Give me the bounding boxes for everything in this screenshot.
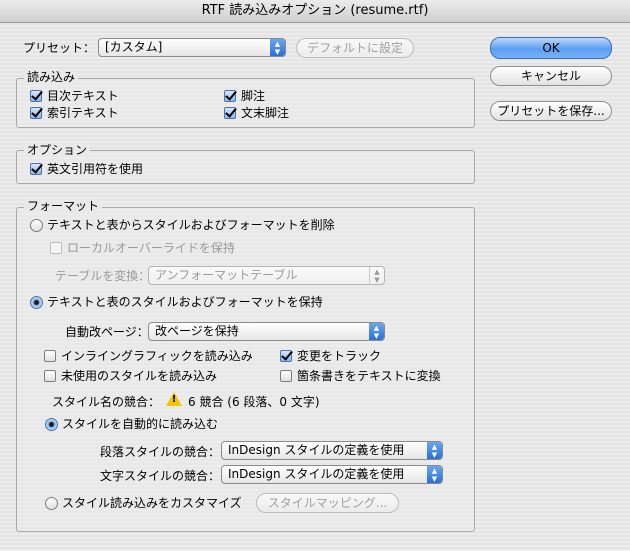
page-break-popup[interactable]: 改ページを保持 ▲ ▼ xyxy=(148,322,385,341)
options-group-title: オプション xyxy=(24,143,91,157)
style-mapping-button[interactable]: スタイルマッピング... xyxy=(256,493,399,513)
local-override-checkbox[interactable] xyxy=(50,242,62,254)
local-override-label: ローカルオーバーライドを保持 xyxy=(67,241,235,255)
style-conflict-value: 6 競合 (6 段落、0 文字) xyxy=(188,395,320,409)
bullets-to-text-checkbox[interactable] xyxy=(280,370,292,382)
para-conflict-label: 段落スタイルの競合： xyxy=(100,445,221,459)
track-changes-checkbox[interactable] xyxy=(280,350,292,362)
format-group-title: フォーマット xyxy=(24,199,103,213)
popup-arrows-icon: ▲ ▼ xyxy=(427,442,442,459)
keep-formatting-label: テキストと表のスタイルおよびフォーマットを保持 xyxy=(47,295,323,309)
warning-icon: ! xyxy=(166,392,182,406)
char-conflict-label: 文字スタイルの競合： xyxy=(100,469,221,483)
customize-import-label: スタイル読み込みをカスタマイズ xyxy=(62,496,242,510)
unused-styles-label: 未使用のスタイルを読み込み xyxy=(61,369,218,383)
bullets-to-text-label: 箇条書きをテキストに変換 xyxy=(297,369,441,383)
char-conflict-popup[interactable]: InDesign スタイルの定義を使用 ▲ ▼ xyxy=(221,465,443,484)
ok-button[interactable]: OK xyxy=(490,37,612,59)
para-conflict-value: InDesign スタイルの定義を使用 xyxy=(228,443,405,457)
set-default-button[interactable]: デフォルトに設定 xyxy=(296,38,414,58)
page-break-label: 自動改ページ： xyxy=(65,325,149,339)
style-conflict-label: スタイル名の競合： xyxy=(52,395,161,409)
window-title: RTF 読み込みオプション (resume.rtf) xyxy=(201,3,429,18)
endnotes-label: 文末脚注 xyxy=(241,106,290,120)
popup-arrows-icon: ▲ ▼ xyxy=(369,323,384,340)
popup-arrows-icon: ▲ ▼ xyxy=(369,267,384,284)
page-break-value: 改ページを保持 xyxy=(155,324,239,338)
preset-label: プリセット： xyxy=(23,41,96,55)
customize-import-radio[interactable] xyxy=(45,497,58,510)
preset-popup[interactable]: [カスタム] ▲ ▼ xyxy=(98,38,286,57)
auto-import-styles-radio[interactable] xyxy=(45,418,58,431)
inline-graphics-checkbox[interactable] xyxy=(44,350,56,362)
index-text-label: 索引テキスト xyxy=(47,106,119,120)
cancel-button[interactable]: キャンセル xyxy=(490,66,612,86)
preset-value: [カスタム] xyxy=(105,40,163,54)
endnotes-checkbox[interactable] xyxy=(224,107,236,119)
convert-table-popup[interactable]: アンフォーマットテーブル ▲ ▼ xyxy=(148,266,385,285)
footnotes-label: 脚注 xyxy=(241,89,266,103)
toc-text-label: 目次テキスト xyxy=(47,89,119,103)
title-bar: RTF 読み込みオプション (resume.rtf) xyxy=(0,0,630,23)
convert-table-value: アンフォーマットテーブル xyxy=(155,268,298,282)
import-group-title: 読み込み xyxy=(24,70,79,84)
inline-graphics-label: インライングラフィックを読み込み xyxy=(61,349,253,363)
remove-formatting-label: テキストと表からスタイルおよびフォーマットを削除 xyxy=(47,218,335,232)
track-changes-label: 変更をトラック xyxy=(297,349,382,363)
typographer-quotes-checkbox[interactable] xyxy=(30,163,42,175)
footnotes-checkbox[interactable] xyxy=(224,90,236,102)
keep-formatting-radio[interactable] xyxy=(30,296,43,309)
popup-arrows-icon: ▲ ▼ xyxy=(427,466,442,483)
remove-formatting-radio[interactable] xyxy=(30,219,43,232)
save-preset-button[interactable]: プリセットを保存... xyxy=(490,101,612,121)
index-text-checkbox[interactable] xyxy=(30,107,42,119)
para-conflict-popup[interactable]: InDesign スタイルの定義を使用 ▲ ▼ xyxy=(221,441,443,460)
auto-import-styles-label: スタイルを自動的に読み込む xyxy=(62,417,219,431)
convert-table-label: テーブルを変換： xyxy=(55,269,151,283)
toc-text-checkbox[interactable] xyxy=(30,90,42,102)
typographer-quotes-label: 英文引用符を使用 xyxy=(47,162,144,176)
popup-arrows-icon: ▲ ▼ xyxy=(270,39,285,56)
unused-styles-checkbox[interactable] xyxy=(44,370,56,382)
char-conflict-value: InDesign スタイルの定義を使用 xyxy=(228,467,405,481)
